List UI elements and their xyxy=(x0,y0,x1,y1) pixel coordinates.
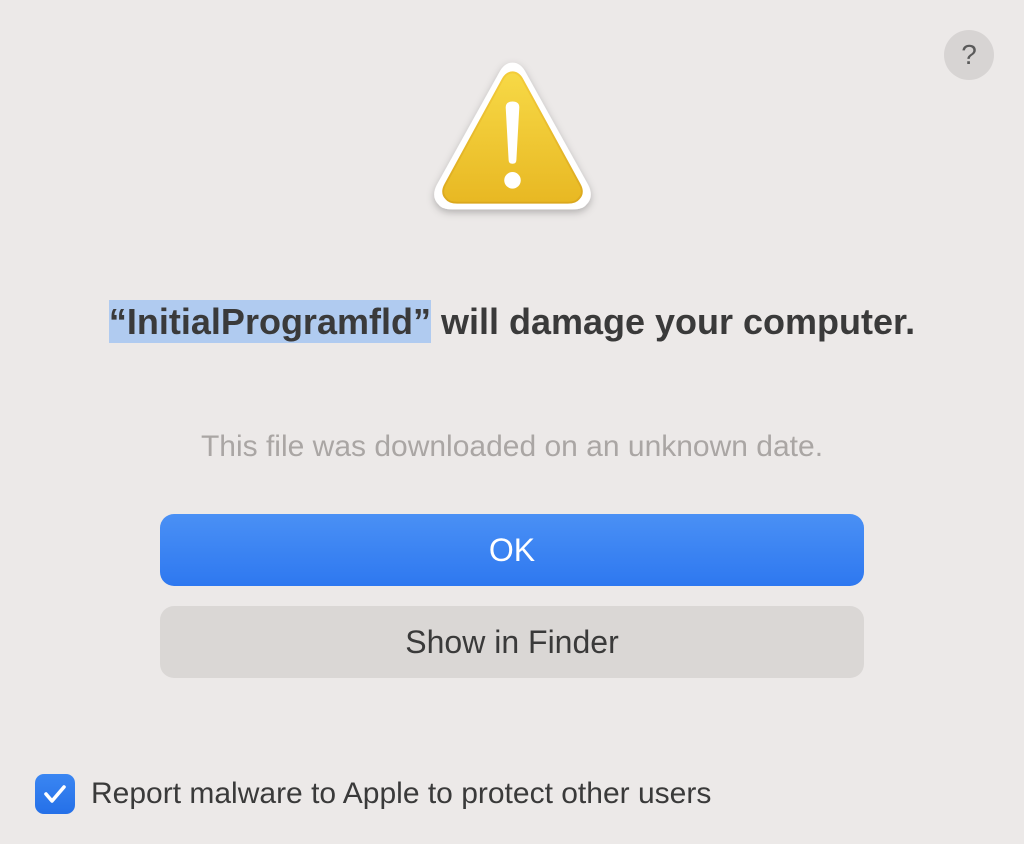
report-malware-row: Report malware to Apple to protect other… xyxy=(35,774,989,814)
warning-icon xyxy=(422,48,602,228)
dialog-subtitle: This file was downloaded on an unknown d… xyxy=(0,430,1024,464)
buttons-container: OK Show in Finder xyxy=(160,514,864,678)
title-highlighted-text: “InitialProgramfld” xyxy=(109,300,431,343)
title-rest-text: will damage your computer. xyxy=(431,301,915,342)
help-button[interactable]: ? xyxy=(944,30,994,80)
show-in-finder-label: Show in Finder xyxy=(405,624,618,661)
show-in-finder-button[interactable]: Show in Finder xyxy=(160,606,864,678)
ok-button[interactable]: OK xyxy=(160,514,864,586)
ok-button-label: OK xyxy=(489,532,535,569)
help-icon-label: ? xyxy=(961,39,977,71)
report-malware-label: Report malware to Apple to protect other… xyxy=(91,777,711,811)
report-malware-checkbox[interactable] xyxy=(35,774,75,814)
dialog-title: “InitialProgramfld” will damage your com… xyxy=(0,298,1024,347)
checkmark-icon xyxy=(41,780,69,808)
